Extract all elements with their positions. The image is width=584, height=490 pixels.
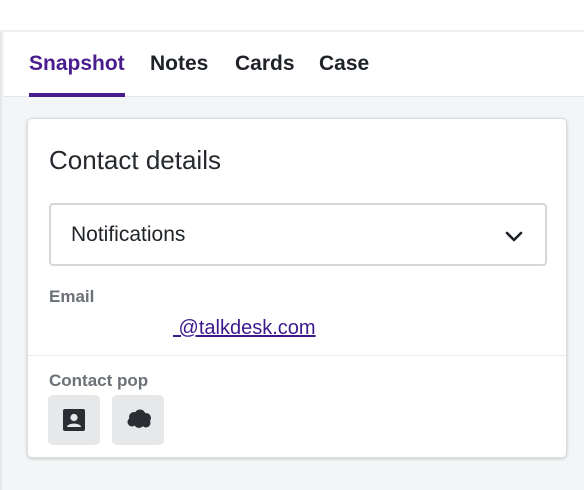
tab-case[interactable]: Case	[319, 52, 369, 97]
contact-card-icon	[63, 409, 85, 431]
top-bar	[0, 0, 584, 32]
chevron-down-icon	[503, 225, 525, 247]
contact-card-button[interactable]	[48, 395, 100, 445]
card-title: Contact details	[49, 145, 221, 175]
tab-notes[interactable]: Notes	[150, 52, 208, 97]
dropdown-value: Notifications	[71, 223, 186, 246]
contact-details-card: Contact details Notifications Email @tal…	[27, 118, 567, 458]
contact-panel: Snapshot Notes Cards Case Contact detail…	[0, 32, 584, 490]
tab-snapshot[interactable]: Snapshot	[29, 52, 125, 97]
notifications-dropdown[interactable]: Notifications	[49, 203, 547, 266]
tab-bar: Snapshot Notes Cards Case	[4, 32, 584, 97]
email-label: Email	[49, 287, 95, 306]
tab-cards[interactable]: Cards	[235, 52, 295, 97]
contact-pop-label: Contact pop	[49, 371, 149, 390]
salesforce-button[interactable]	[112, 395, 164, 445]
divider	[28, 355, 566, 356]
salesforce-cloud-icon	[127, 409, 151, 428]
email-link[interactable]: @talkdesk.com	[173, 317, 316, 340]
